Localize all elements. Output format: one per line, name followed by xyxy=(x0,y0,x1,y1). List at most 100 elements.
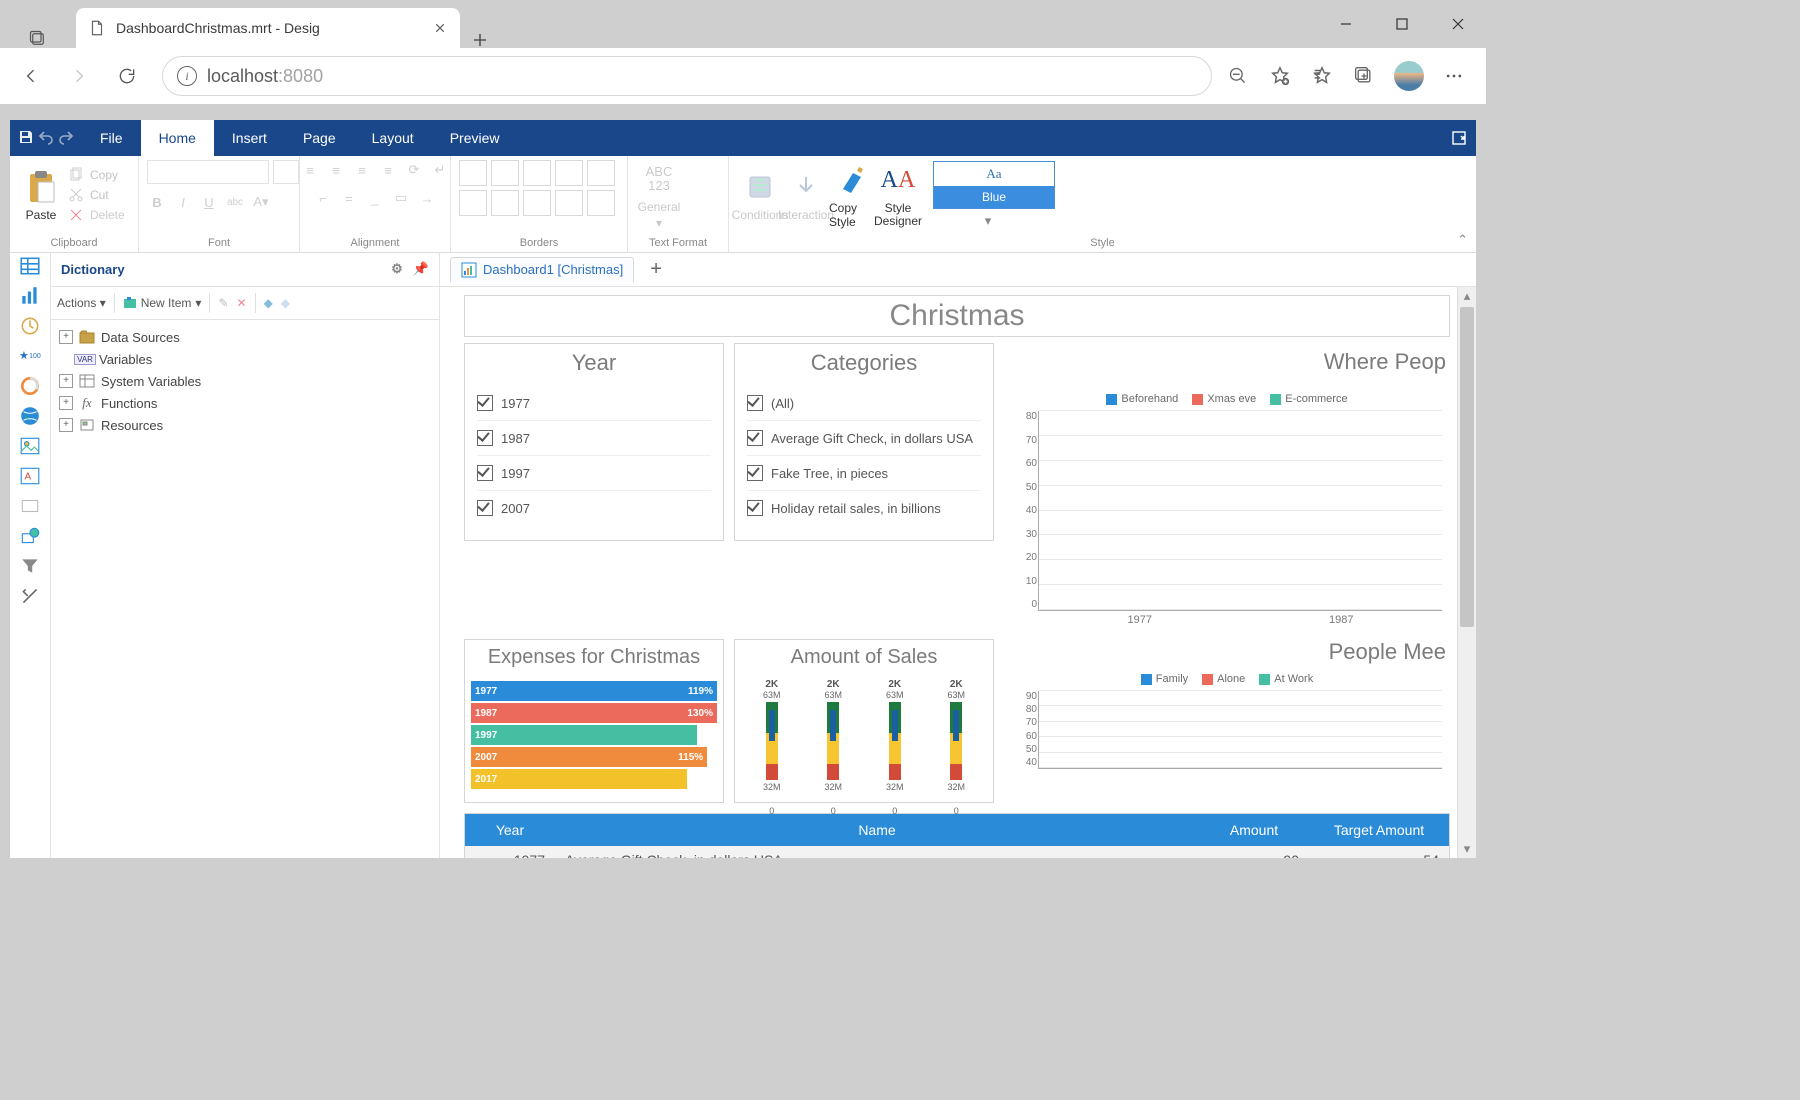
checkbox-item[interactable]: (All) xyxy=(747,386,981,421)
rail-filter-icon[interactable] xyxy=(19,556,41,576)
valign-bot-icon[interactable]: _ xyxy=(365,188,385,208)
add-document-button[interactable]: + xyxy=(644,258,668,281)
wrap-icon[interactable]: ↵ xyxy=(430,160,450,180)
delete-x-icon[interactable]: ✕ xyxy=(237,296,247,310)
more-icon[interactable] xyxy=(1442,64,1466,88)
ribbon-tab-home[interactable]: Home xyxy=(141,120,214,156)
italic-icon[interactable]: I xyxy=(173,192,193,212)
rotate-icon[interactable]: ⟳ xyxy=(404,160,424,180)
edit-icon[interactable]: ✎ xyxy=(218,296,228,310)
tabs-button[interactable] xyxy=(0,30,76,48)
redo-icon[interactable] xyxy=(58,129,74,148)
collapse-ribbon-icon[interactable]: ⌃ xyxy=(1457,232,1468,248)
favorite-add-icon[interactable] xyxy=(1268,64,1292,88)
reload-button[interactable] xyxy=(106,55,148,97)
theme-dropdown-icon[interactable]: ▾ xyxy=(985,213,992,229)
delete-button[interactable]: Delete xyxy=(68,207,125,223)
rail-bar-icon[interactable] xyxy=(19,286,41,306)
style-designer-button[interactable]: AAStyle Designer xyxy=(875,160,921,230)
ribbon-tab-file[interactable]: File xyxy=(82,120,141,156)
tree-item[interactable]: +System Variables xyxy=(55,370,435,392)
align-center-icon[interactable]: ≡ xyxy=(326,160,346,180)
checkbox-item[interactable]: Holiday retail sales, in billions xyxy=(747,491,981,525)
rail-clock-icon[interactable] xyxy=(19,316,41,336)
rail-tools-icon[interactable] xyxy=(19,586,41,606)
people-meet-chart[interactable]: People Mee FamilyAloneAt Work 9080706050… xyxy=(1004,639,1450,801)
expenses-card[interactable]: Expenses for Christmas 1977119%1987130%1… xyxy=(464,639,724,803)
window-minimize-button[interactable] xyxy=(1318,0,1374,48)
copy-button[interactable]: Copy xyxy=(68,167,125,183)
rail-globe-icon[interactable] xyxy=(19,406,41,426)
font-color-icon[interactable]: A▾ xyxy=(251,192,271,212)
close-tab-icon[interactable] xyxy=(432,20,448,36)
ribbon-tab-page[interactable]: Page xyxy=(285,120,354,156)
categories-card[interactable]: Categories (All)Average Gift Check, in d… xyxy=(734,343,994,541)
window-maximize-button[interactable] xyxy=(1374,0,1430,48)
profile-avatar[interactable] xyxy=(1394,61,1424,91)
ribbon-tab-preview[interactable]: Preview xyxy=(432,120,518,156)
scroll-down-icon[interactable]: ▾ xyxy=(1458,840,1476,858)
forward-button[interactable] xyxy=(58,55,100,97)
actions-dropdown[interactable]: Actions ▾ xyxy=(57,296,106,310)
paste-button[interactable]: Paste xyxy=(18,160,64,230)
ribbon-tab-insert[interactable]: Insert xyxy=(214,120,285,156)
diamond-down-icon[interactable]: ◆ xyxy=(281,296,290,310)
theme-selector[interactable]: Aa Blue xyxy=(933,161,1055,209)
rail-progress-icon[interactable] xyxy=(19,376,41,396)
table-row[interactable]: 1977Average Gift Check, in dollars USA90… xyxy=(465,846,1449,858)
checkbox-item[interactable]: 1997 xyxy=(477,456,711,491)
rail-star-icon[interactable]: ★100 xyxy=(19,346,41,366)
align-justify-icon[interactable]: ≡ xyxy=(378,160,398,180)
rail-rect-icon[interactable] xyxy=(19,496,41,516)
gear-icon[interactable]: ⚙ xyxy=(391,261,403,277)
site-info-icon[interactable]: i xyxy=(177,66,197,86)
checkbox-item[interactable]: 2007 xyxy=(477,491,711,525)
diamond-up-icon[interactable]: ◆ xyxy=(264,296,273,310)
cut-button[interactable]: Cut xyxy=(68,187,125,203)
data-table[interactable]: YearNameAmountTarget Amount 1977Average … xyxy=(464,813,1450,858)
merge-icon[interactable]: ▭ xyxy=(391,188,411,208)
text-format-button[interactable]: ABC123 General ▾ xyxy=(636,160,682,230)
scroll-up-icon[interactable]: ▴ xyxy=(1458,287,1476,305)
rail-shape-icon[interactable] xyxy=(19,526,41,546)
align-left-icon[interactable]: ≡ xyxy=(300,160,320,180)
checkbox-item[interactable]: Fake Tree, in pieces xyxy=(747,456,981,491)
tree-item[interactable]: +fxFunctions xyxy=(55,392,435,414)
scrollbar-thumb[interactable] xyxy=(1460,307,1474,627)
tree-item[interactable]: +Resources xyxy=(55,414,435,436)
favorites-icon[interactable] xyxy=(1310,64,1334,88)
window-close-button[interactable] xyxy=(1430,0,1486,48)
browser-tab[interactable]: DashboardChristmas.mrt - Desig xyxy=(76,8,460,48)
tree-item[interactable]: VARVariables xyxy=(55,348,435,370)
ribbon-expand-icon[interactable] xyxy=(1442,120,1476,156)
new-tab-button[interactable] xyxy=(460,32,500,48)
save-icon[interactable] xyxy=(18,129,34,148)
checkbox-item[interactable]: Average Gift Check, in dollars USA xyxy=(747,421,981,456)
interaction-button[interactable]: Interaction xyxy=(783,160,829,230)
conditions-button[interactable]: Conditions xyxy=(737,160,783,230)
vertical-scrollbar[interactable]: ▴ ▾ xyxy=(1457,287,1476,858)
underline-icon[interactable]: U xyxy=(199,192,219,212)
align-right-icon[interactable]: ≡ xyxy=(352,160,372,180)
checkbox-item[interactable]: 1987 xyxy=(477,421,711,456)
collections-icon[interactable] xyxy=(1352,64,1376,88)
zoom-out-icon[interactable] xyxy=(1226,64,1250,88)
checkbox-item[interactable]: 1977 xyxy=(477,386,711,421)
borders-grid[interactable] xyxy=(459,160,615,216)
indent-icon[interactable]: → xyxy=(417,188,437,208)
strikethrough-icon[interactable]: abc xyxy=(225,192,245,212)
rail-text-icon[interactable]: A xyxy=(19,466,41,486)
design-canvas[interactable]: Christmas Year 1977198719972007 Categori… xyxy=(440,287,1476,858)
valign-top-icon[interactable]: ⌐ xyxy=(313,188,333,208)
font-family-select[interactable] xyxy=(147,160,269,184)
bold-icon[interactable]: B xyxy=(147,192,167,212)
rail-table-icon[interactable] xyxy=(19,256,41,276)
copy-style-button[interactable]: Copy Style xyxy=(829,160,875,230)
back-button[interactable] xyxy=(10,55,52,97)
new-item-dropdown[interactable]: New Item ▾ xyxy=(123,296,202,310)
sales-card[interactable]: Amount of Sales 2K63M32M02K63M32M02K63M3… xyxy=(734,639,994,803)
valign-mid-icon[interactable]: = xyxy=(339,188,359,208)
pin-icon[interactable]: 📌 xyxy=(413,261,429,277)
year-card[interactable]: Year 1977198719972007 xyxy=(464,343,724,541)
rail-image-icon[interactable] xyxy=(19,436,41,456)
